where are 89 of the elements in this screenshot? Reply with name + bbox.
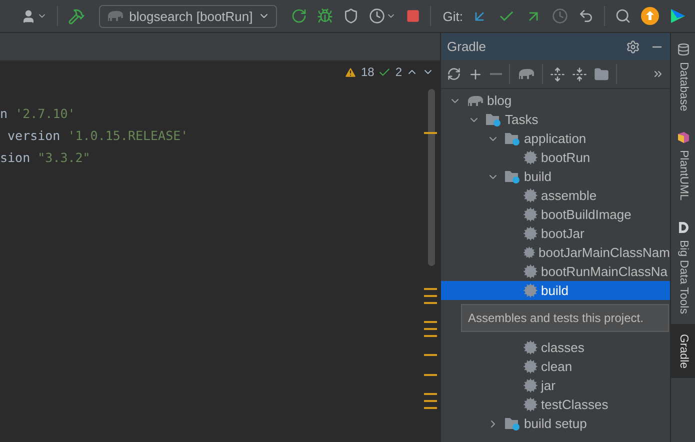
typo-count: 2 (395, 65, 402, 79)
elephant-icon (106, 9, 124, 23)
gear-icon (523, 150, 538, 165)
warning-icon (344, 66, 357, 78)
expand-icon (550, 66, 565, 82)
marker (424, 302, 437, 304)
folder-icon (594, 66, 609, 82)
toolbox-logo (669, 7, 687, 25)
tree-item[interactable]: testClasses (441, 395, 670, 414)
refresh-icon (447, 67, 461, 81)
refresh-button[interactable] (445, 65, 463, 83)
tree-item[interactable]: build (441, 167, 670, 186)
upgrade-button[interactable] (639, 5, 661, 27)
tree-item[interactable]: bootJar (441, 224, 670, 243)
tree-item[interactable]: bootBuildImage (441, 205, 670, 224)
hammer-icon (68, 8, 86, 24)
side-tab[interactable]: Database (671, 33, 695, 122)
expand-all-button[interactable] (548, 64, 567, 84)
tree-item[interactable]: blog (441, 91, 670, 110)
gear-icon (523, 340, 538, 355)
collapse-icon (572, 66, 587, 82)
tree-item[interactable]: assemble (441, 186, 670, 205)
minus-icon (490, 73, 502, 75)
side-tab[interactable]: Big Data Tools (671, 210, 695, 324)
rerun-icon (290, 8, 307, 24)
gear-icon (523, 245, 536, 260)
upload-icon (641, 7, 659, 25)
tree-item[interactable]: bootRunMainClassNa (441, 262, 670, 281)
tree-item[interactable]: jar (441, 376, 670, 395)
tree-item[interactable]: application (441, 129, 670, 148)
marker (424, 328, 437, 330)
code-line: version '1.0.15.RELEASE' (6, 127, 190, 145)
task-folder-icon (485, 112, 502, 127)
warning-count: 18 (360, 65, 374, 79)
elephant-icon (517, 67, 535, 81)
settings-icon[interactable] (626, 40, 640, 54)
marker (424, 393, 437, 395)
tree-item[interactable]: Tasks (441, 110, 670, 129)
marker (424, 374, 437, 376)
gear-icon (523, 397, 538, 412)
tree-item[interactable]: bootRun (441, 148, 670, 167)
marker (424, 407, 437, 409)
marker (424, 354, 437, 356)
elephant-icon (466, 94, 484, 108)
bug-icon (316, 8, 333, 24)
marker (424, 295, 437, 297)
git-label: Git: (442, 8, 463, 24)
code-line: sion "3.3.2" (0, 149, 92, 167)
tree-item[interactable]: build (441, 281, 670, 300)
marker (424, 335, 437, 337)
gear-icon (523, 378, 538, 393)
database-icon (677, 43, 690, 56)
gear-icon (523, 283, 538, 298)
gear-icon (523, 226, 538, 241)
tree-item[interactable]: bootJarMainClassNam (441, 243, 670, 262)
marker (424, 400, 437, 402)
task-folder-icon (504, 131, 521, 146)
user-icon (21, 8, 36, 24)
side-tab[interactable]: PlantUML (671, 121, 695, 211)
panel-title: Gradle (447, 39, 488, 54)
tree-item[interactable]: classes (441, 338, 670, 357)
task-folder-icon (504, 169, 521, 184)
gear-icon (523, 359, 538, 374)
check-icon (378, 66, 392, 78)
tree-item[interactable]: clean (441, 357, 670, 376)
tree-item[interactable]: build setup (441, 414, 670, 433)
run-config-dropdown[interactable]: blogsearch [bootRun] (99, 4, 277, 28)
stop-icon (406, 9, 420, 23)
clock-icon (552, 8, 568, 24)
tooltip: Assembles and tests this project. (461, 304, 669, 332)
task-folder-icon (504, 416, 521, 431)
gear-icon (523, 264, 538, 279)
clock-icon (368, 8, 385, 24)
search-icon (615, 8, 631, 24)
big-data-icon (677, 220, 690, 234)
marker (424, 288, 437, 290)
shield-icon (342, 8, 359, 24)
gear-icon (523, 188, 538, 203)
collapse-all-button[interactable] (570, 64, 589, 84)
side-tab[interactable]: Gradle (671, 324, 695, 378)
gear-icon (523, 207, 538, 222)
plus-icon (468, 66, 483, 82)
marker (424, 321, 437, 323)
chevrons-right-icon (652, 68, 664, 80)
marker (424, 132, 437, 134)
cube-icon (677, 131, 690, 144)
undo-icon (578, 8, 594, 24)
scrollbar[interactable] (428, 89, 435, 266)
code-line: n '2.7.10' (0, 105, 76, 123)
